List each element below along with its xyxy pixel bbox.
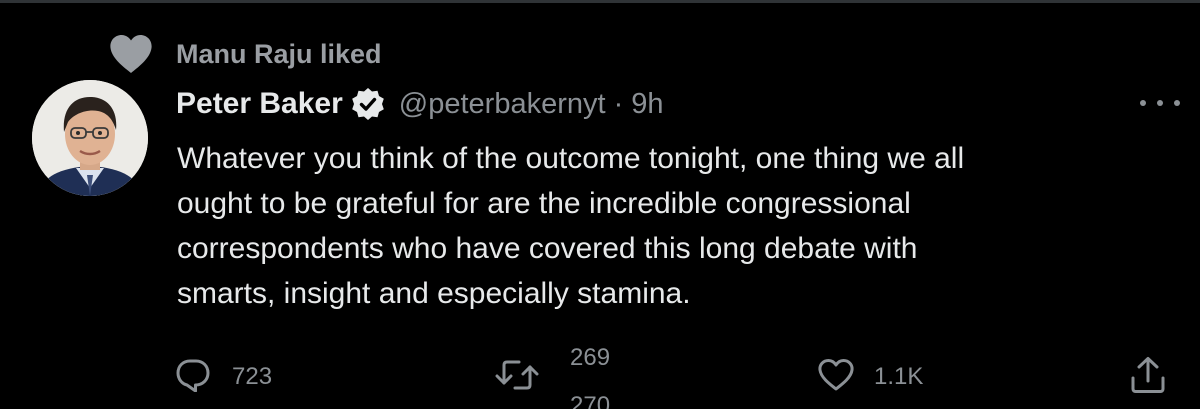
reply-icon — [176, 358, 210, 397]
heart-icon — [108, 34, 154, 74]
share-button[interactable] — [1130, 353, 1166, 401]
tweet-header: Peter Baker @peterbakernyt · 9h — [176, 82, 664, 126]
retweet-count-ticker: 269 270 — [570, 342, 630, 409]
like-count: 1.1K — [874, 363, 924, 390]
share-icon — [1130, 356, 1166, 399]
avatar[interactable] — [32, 80, 148, 196]
tweet-timestamp[interactable]: 9h — [631, 88, 663, 121]
like-icon — [818, 358, 854, 397]
top-divider — [0, 0, 1200, 3]
more-options-icon[interactable] — [1140, 92, 1180, 114]
author-handle[interactable]: @peterbakernyt — [399, 88, 606, 121]
reply-count: 723 — [232, 363, 273, 390]
author-name[interactable]: Peter Baker — [176, 87, 343, 121]
reply-button[interactable]: 723 — [176, 353, 272, 401]
tweet-text: Whatever you think of the outcome tonigh… — [177, 142, 965, 310]
retweet-count-incoming: 270 — [570, 392, 611, 409]
retweet-button[interactable] — [494, 353, 540, 401]
retweet-count-outgoing: 269 — [570, 344, 611, 371]
social-context[interactable]: Manu Raju liked — [108, 34, 382, 74]
social-context-text: Manu Raju liked — [176, 38, 382, 69]
verified-badge-icon — [351, 86, 387, 122]
retweet-icon — [494, 357, 540, 398]
separator-dot: · — [613, 87, 624, 120]
like-button[interactable]: 1.1K — [818, 353, 923, 401]
